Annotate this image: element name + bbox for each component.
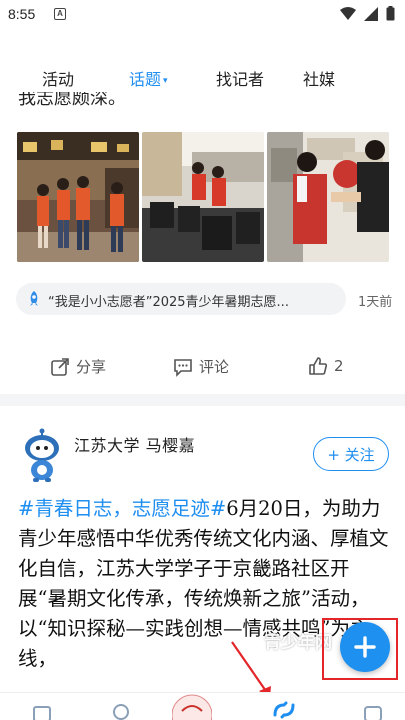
bottom-nav [0, 692, 405, 720]
author-avatar[interactable] [20, 428, 64, 482]
tab-social-media[interactable]: 社媒 [303, 66, 335, 90]
post-photo-3[interactable] [267, 132, 389, 262]
prior-post-tail: 我志愿颇深。 [18, 92, 398, 112]
comment-button[interactable]: 评论 [173, 356, 229, 377]
tab-topics[interactable]: 话题 ▾ [129, 66, 168, 90]
post-photo-1[interactable] [17, 132, 139, 262]
comment-icon [174, 358, 192, 377]
annotation-highlight-box [322, 618, 398, 680]
tab-find-reporter[interactable]: 找记者 [216, 66, 264, 90]
follow-button[interactable]: + 关注 [313, 437, 389, 471]
share-label: 分享 [76, 358, 107, 376]
location-icon[interactable] [110, 703, 132, 720]
top-tabs: 活动 话题 ▾ 找记者 社媒 [0, 60, 405, 96]
tab-topics-label: 话题 [129, 70, 162, 89]
interaction-icon[interactable] [271, 699, 297, 720]
photo-2-image [142, 132, 264, 262]
status-bar: 8:55 A [0, 0, 405, 30]
topic-label: “我是小小志愿者”2025青少年暑期志愿... [48, 295, 289, 310]
feed-divider [0, 394, 405, 406]
tab-topics-caret-icon: ▾ [163, 75, 168, 86]
rocket-icon [30, 291, 38, 306]
topic-chip[interactable]: “我是小小志愿者”2025青少年暑期志愿... [16, 283, 346, 315]
share-button[interactable]: 分享 [50, 356, 106, 377]
prior-post-tail-text: 我志愿颇深。 [18, 92, 126, 109]
profile-icon[interactable] [362, 703, 384, 720]
comment-label: 评论 [199, 358, 230, 376]
tab-activities[interactable]: 活动 [42, 66, 74, 90]
post-hashtag[interactable]: #青春日志，志愿足迹# [18, 497, 226, 520]
thumbs-up-icon [309, 357, 328, 375]
status-icons [340, 6, 395, 21]
mascot-avatar-icon [25, 428, 59, 482]
list-icon[interactable] [30, 703, 52, 720]
photo-3-image [267, 132, 389, 262]
battery-icon [386, 6, 395, 21]
signal-icon [364, 6, 378, 21]
post-photo-2[interactable] [142, 132, 264, 262]
author-name[interactable]: 江苏大学 马樱嘉 [74, 432, 195, 456]
like-button[interactable]: 2 [308, 356, 344, 376]
photo-1-image [17, 132, 139, 262]
notification-app-icon: A [54, 8, 66, 20]
status-time: 8:55 [8, 6, 36, 22]
wifi-icon [340, 6, 356, 20]
post-time: 1天前 [358, 295, 393, 310]
like-count: 2 [334, 357, 344, 375]
share-icon [51, 357, 69, 376]
home-logo-icon[interactable] [172, 693, 212, 720]
